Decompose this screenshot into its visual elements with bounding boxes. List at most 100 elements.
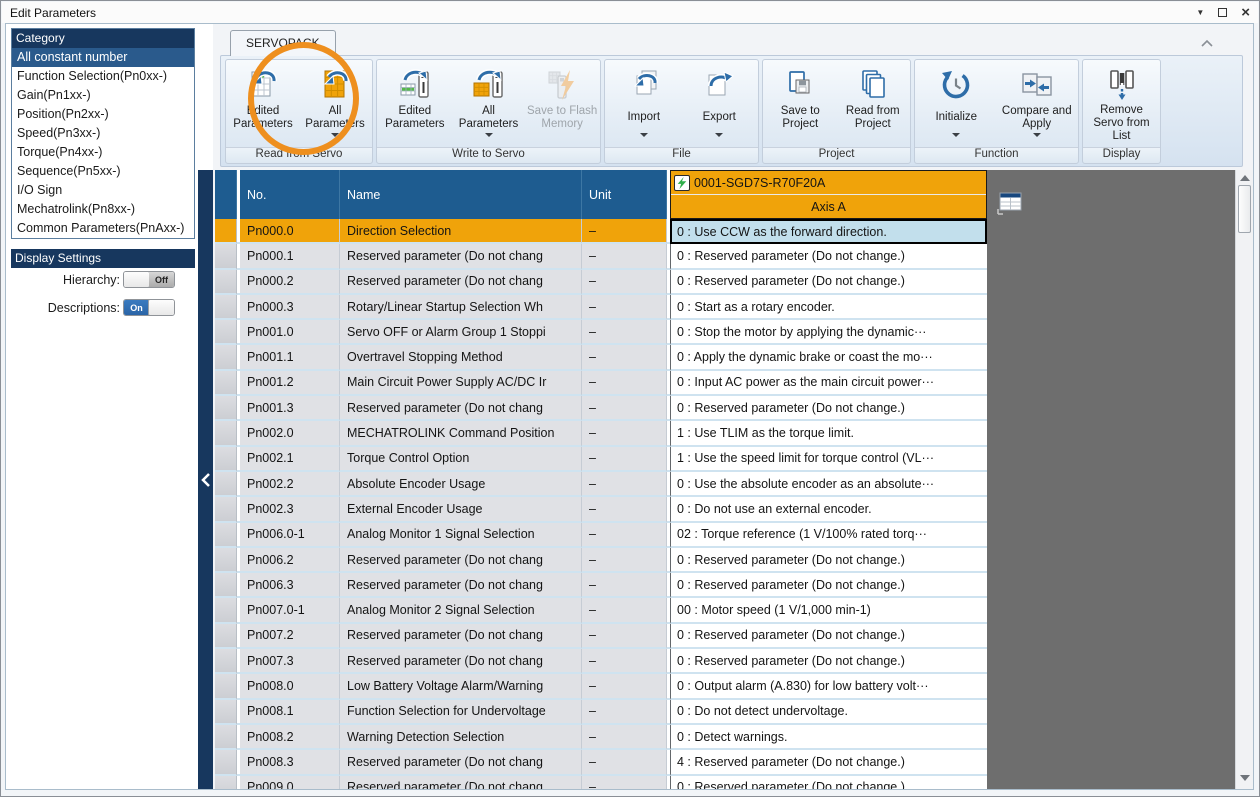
row-selector[interactable] xyxy=(215,776,237,789)
maximize-button[interactable] xyxy=(1218,6,1227,20)
row-selector[interactable] xyxy=(215,421,237,446)
param-name-cell: Analog Monitor 2 Signal Selection xyxy=(340,598,582,623)
param-value-cell[interactable]: 1 : Use the speed limit for torque contr… xyxy=(670,447,987,472)
file--export-button[interactable]: Export xyxy=(682,61,758,147)
descriptions-toggle[interactable]: On xyxy=(123,299,175,316)
param-no-cell: Pn008.0 xyxy=(240,674,340,699)
row-selector[interactable] xyxy=(215,598,237,623)
servo-column-header[interactable]: 0001-SGD7S-R70F20AAxis A xyxy=(670,170,987,219)
window-menu-button[interactable]: ▼ xyxy=(1196,6,1204,20)
param-name-cell: Reserved parameter (Do not chang xyxy=(340,776,582,789)
row-selector[interactable] xyxy=(215,320,237,345)
param-value-cell[interactable]: 0 : Input AC power as the main circuit p… xyxy=(670,371,987,396)
row-selector[interactable] xyxy=(215,371,237,396)
collapse-sidebar-button[interactable] xyxy=(198,170,213,789)
row-selector[interactable] xyxy=(215,649,237,674)
row-selector[interactable] xyxy=(215,700,237,725)
param-value-cell[interactable]: 4 : Reserved parameter (Do not change.) xyxy=(670,750,987,775)
category-item-position-pn2xx[interactable]: Position(Pn2xx-) xyxy=(12,105,194,124)
row-selector[interactable] xyxy=(215,725,237,750)
param-value-cell[interactable]: 0 : Reserved parameter (Do not change.) xyxy=(670,624,987,649)
category-item-all-constant-number[interactable]: All constant number xyxy=(12,48,194,67)
param-value-cell[interactable]: 00 : Motor speed (1 V/1,000 min-1) xyxy=(670,598,987,623)
row-selector[interactable] xyxy=(215,523,237,548)
row-selector[interactable] xyxy=(215,396,237,421)
row-selector[interactable] xyxy=(215,447,237,472)
file--import-button[interactable]: Import xyxy=(606,61,682,147)
button-label: Edited Parameters xyxy=(378,104,452,131)
row-selector[interactable] xyxy=(215,548,237,573)
row-selector[interactable] xyxy=(215,295,237,320)
function--compare-and-apply-button[interactable]: Compare and Apply xyxy=(997,61,1078,147)
read-from-servo--edited-parameters-button[interactable]: Edited Parameters xyxy=(227,61,299,147)
row-selector[interactable] xyxy=(215,270,237,295)
row-selector[interactable] xyxy=(215,674,237,699)
param-value-cell[interactable]: 0 : Reserved parameter (Do not change.) xyxy=(670,776,987,789)
param-value-cell[interactable]: 0 : Output alarm (A.830) for low battery… xyxy=(670,674,987,699)
vertical-scrollbar[interactable] xyxy=(1235,170,1253,789)
param-no-cell: Pn002.3 xyxy=(240,497,340,522)
category-item-function-selection-pn0xx[interactable]: Function Selection(Pn0xx-) xyxy=(12,67,194,86)
param-unit-cell: – xyxy=(582,624,667,649)
param-value-cell[interactable]: 0 : Start as a rotary encoder. xyxy=(670,295,987,320)
param-value-cell[interactable]: 0 : Detect warnings. xyxy=(670,725,987,750)
param-value-cell[interactable]: 0 : Use CCW as the forward direction. xyxy=(670,219,987,244)
write-to-servo--all-parameters-button[interactable]: All Parameters xyxy=(452,61,526,147)
param-value-cell[interactable]: 0 : Reserved parameter (Do not change.) xyxy=(670,573,987,598)
param-value-cell[interactable]: 0 : Do not detect undervoltage. xyxy=(670,700,987,725)
titlebar: Edit Parameters ▼ × xyxy=(2,2,1258,23)
scroll-down-icon[interactable] xyxy=(1240,775,1250,781)
category-item-torque-pn4xx[interactable]: Torque(Pn4xx-) xyxy=(12,143,194,162)
param-value-cell[interactable]: 0 : Do not use an external encoder. xyxy=(670,497,987,522)
category-item-i-o-sign[interactable]: I/O Sign xyxy=(12,181,194,200)
grid-view-icon[interactable] xyxy=(997,192,1023,220)
param-value-cell[interactable]: 0 : Apply the dynamic brake or coast the… xyxy=(670,345,987,370)
param-unit-cell: – xyxy=(582,219,667,244)
param-value-cell[interactable]: 0 : Stop the motor by applying the dynam… xyxy=(670,320,987,345)
ribbon-toolbar: Edited ParametersAll ParametersRead from… xyxy=(220,55,1243,167)
write-to-servo--edited-parameters-button[interactable]: Edited Parameters xyxy=(378,61,452,147)
button-label: Compare and Apply xyxy=(997,104,1078,131)
param-value-cell[interactable]: 0 : Reserved parameter (Do not change.) xyxy=(670,244,987,269)
import-icon xyxy=(627,66,661,104)
category-item-speed-pn3xx[interactable]: Speed(Pn3xx-) xyxy=(12,124,194,143)
param-value-cell[interactable]: 1 : Use TLIM as the torque limit. xyxy=(670,421,987,446)
category-item-sequence-pn5xx[interactable]: Sequence(Pn5xx-) xyxy=(12,162,194,181)
row-selector[interactable] xyxy=(215,497,237,522)
project--save-to-project-button[interactable]: Save to Project xyxy=(764,61,837,147)
export-icon xyxy=(702,66,736,104)
row-selector[interactable] xyxy=(215,573,237,598)
tab-servopack[interactable]: SERVOPACK xyxy=(230,30,336,56)
param-value-cell[interactable]: 0 : Reserved parameter (Do not change.) xyxy=(670,396,987,421)
param-no-cell: Pn008.3 xyxy=(240,750,340,775)
param-no-cell: Pn006.3 xyxy=(240,573,340,598)
row-selector[interactable] xyxy=(215,219,237,244)
param-name-cell: Reserved parameter (Do not chang xyxy=(340,396,582,421)
category-item-mechatrolink-pn8xx[interactable]: Mechatrolink(Pn8xx-) xyxy=(12,200,194,219)
param-value-cell[interactable]: 0 : Reserved parameter (Do not change.) xyxy=(670,548,987,573)
row-selector[interactable] xyxy=(215,345,237,370)
function--initialize-button[interactable]: Initialize xyxy=(916,61,997,147)
hierarchy-toggle[interactable]: Off xyxy=(123,271,175,288)
row-selector[interactable] xyxy=(215,244,237,269)
param-no-cell: Pn006.0-1 xyxy=(240,523,340,548)
table-read-all-icon xyxy=(318,66,352,104)
collapse-ribbon-button[interactable] xyxy=(1199,36,1215,54)
close-button[interactable]: × xyxy=(1241,6,1250,20)
row-selector[interactable] xyxy=(215,472,237,497)
param-value-cell[interactable]: 0 : Reserved parameter (Do not change.) xyxy=(670,270,987,295)
category-item-common-parameters-pnaxx[interactable]: Common Parameters(PnAxx-) xyxy=(12,219,194,238)
maximize-icon xyxy=(1218,8,1227,17)
project--read-from-project-button[interactable]: Read from Project xyxy=(837,61,910,147)
row-selector[interactable] xyxy=(215,624,237,649)
row-selector[interactable] xyxy=(215,750,237,775)
param-no-cell: Pn000.3 xyxy=(240,295,340,320)
read-from-servo--all-parameters-button[interactable]: All Parameters xyxy=(299,61,371,147)
param-value-cell[interactable]: 0 : Reserved parameter (Do not change.) xyxy=(670,649,987,674)
param-value-cell[interactable]: 0 : Use the absolute encoder as an absol… xyxy=(670,472,987,497)
param-value-cell[interactable]: 02 : Torque reference (1 V/100% rated to… xyxy=(670,523,987,548)
scrollbar-thumb[interactable] xyxy=(1238,185,1251,233)
category-item-gain-pn1xx[interactable]: Gain(Pn1xx-) xyxy=(12,86,194,105)
display--remove-servo-from-list-button[interactable]: Remove Servo from List xyxy=(1084,61,1159,147)
scroll-up-icon[interactable] xyxy=(1240,175,1250,181)
